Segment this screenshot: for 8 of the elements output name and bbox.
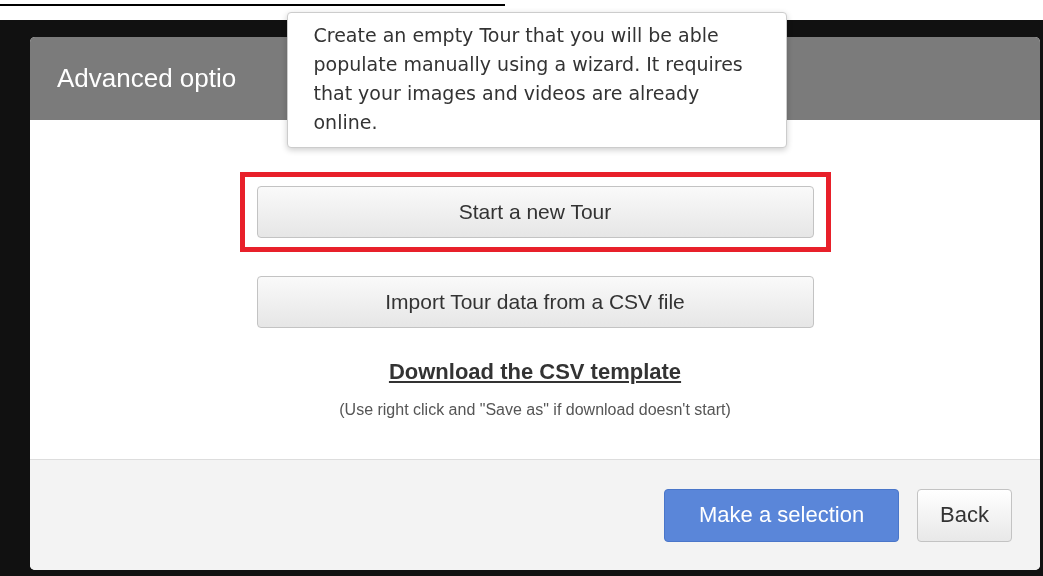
option-button[interactable]: Start a new Tour (256, 186, 814, 238)
back-button[interactable]: Back (917, 488, 1012, 542)
option-button[interactable]: Import Tour data from a CSV file (256, 276, 814, 328)
hint-text: (Use right click and "Save as" if download doesn't start) (339, 401, 731, 419)
download-link[interactable]: Download the CSV template (388, 359, 682, 385)
primary-button[interactable]: Make a selection (664, 488, 900, 542)
dialog-title: Advanced optio (57, 63, 237, 94)
tooltip-text: Create an empty Tour that you will be able populate manually using a wizard. It requires that your images and videos are already online. (313, 24, 743, 133)
